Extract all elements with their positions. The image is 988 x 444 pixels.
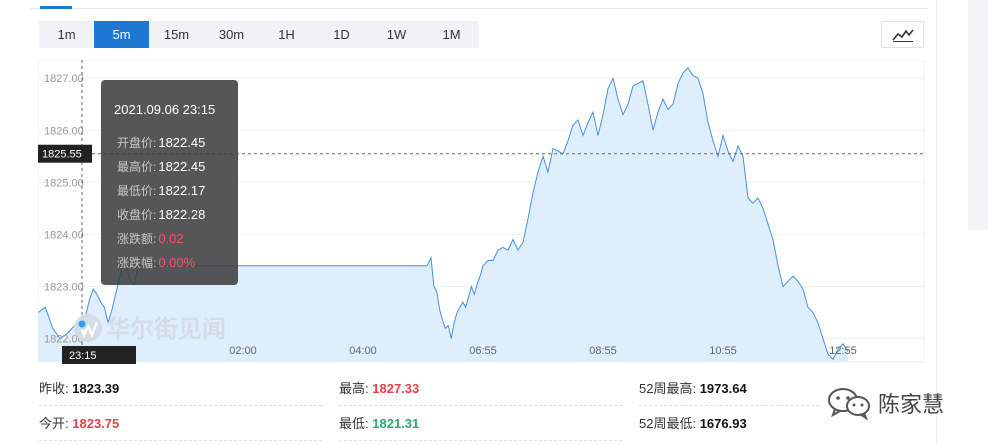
tooltip-row-high: 最高价: 1822.45 <box>117 158 205 175</box>
stat-value: 1827.33 <box>372 381 420 396</box>
stat-label: 52周最低: <box>639 416 697 431</box>
crosshair-x-tag: 23:15 <box>62 346 136 364</box>
stat-value: 1973.64 <box>699 381 747 396</box>
tooltip-label: 收盘价: <box>117 208 157 222</box>
stat-52w-low: 52周最低: 1676.93 <box>639 411 747 437</box>
wechat-account-name: 陈家慧 <box>878 393 945 418</box>
tooltip-date: 2021.09.06 23:15 <box>114 102 216 117</box>
x-tick-label: 08:55 <box>589 345 617 357</box>
stat-divider <box>39 405 322 406</box>
stat-divider <box>639 405 819 406</box>
stat-52w-high: 52周最高: 1973.64 <box>639 376 747 402</box>
right-panel-edge <box>968 0 988 230</box>
stat-divider <box>339 440 622 441</box>
crosshair-y-tag: 1825.55 <box>38 144 92 163</box>
tab-1w[interactable]: 1W <box>369 21 424 48</box>
tooltip-row-low: 最低价: 1822.17 <box>117 182 205 199</box>
stat-label: 最高: <box>339 381 369 396</box>
tooltip-label: 涨跌幅: <box>117 256 157 270</box>
ohlc-tooltip: 2021.09.06 23:15 开盘价: 1822.45 最高价: 1822.45… <box>101 80 238 285</box>
tooltip-value: 1822.28 <box>158 207 206 222</box>
stat-label: 今开: <box>39 416 69 431</box>
tooltip-label: 开盘价: <box>117 136 157 150</box>
watermark: 华尔街见闻 <box>74 314 226 343</box>
x-tick-label: 04:00 <box>349 345 377 357</box>
stat-value: 1821.31 <box>372 416 420 431</box>
y-tick-label: 1826.00 <box>44 125 84 137</box>
tooltip-label: 最高价: <box>117 160 157 174</box>
line-chart-icon <box>892 29 914 42</box>
stat-open: 今开: 1823.75 <box>39 411 119 437</box>
y-tick-label: 1825.00 <box>44 177 84 189</box>
timeframe-tabs: 1m 5m 15m 30m 1H 1D 1W 1M <box>39 21 479 48</box>
x-tick-label: 02:00 <box>229 345 257 357</box>
tab-30m[interactable]: 30m <box>204 21 259 48</box>
x-tick-label: 06:55 <box>469 345 497 357</box>
chart-type-button[interactable] <box>881 21 924 48</box>
stat-high: 最高: 1827.33 <box>339 376 419 402</box>
tooltip-value: 0.02 <box>158 231 184 246</box>
tooltip-value: 1822.17 <box>158 183 206 198</box>
tab-5m[interactable]: 5m <box>94 21 149 48</box>
crosshair-y-label: 1825.55 <box>42 149 82 161</box>
stat-value: 1676.93 <box>699 416 747 431</box>
y-tick-label: 1827.00 <box>44 73 84 85</box>
top-divider <box>30 8 928 9</box>
tooltip-label: 涨跌额: <box>117 232 157 246</box>
stat-label: 昨收: <box>39 381 69 396</box>
stat-value: 1823.39 <box>72 381 120 396</box>
active-section-indicator <box>40 6 72 9</box>
stat-label: 52周最高: <box>639 381 697 396</box>
stat-divider <box>39 440 322 441</box>
y-tick-label: 1823.00 <box>44 282 84 294</box>
x-tick-label: 12:55 <box>829 345 857 357</box>
crosshair-x-label: 23:15 <box>69 350 97 362</box>
x-tick-label: 10:55 <box>709 345 737 357</box>
stat-value: 1823.75 <box>72 416 120 431</box>
tooltip-value: 1822.45 <box>158 159 206 174</box>
wechat-badge: 陈家慧 <box>826 386 944 420</box>
tab-1d[interactable]: 1D <box>314 21 369 48</box>
tooltip-row-change: 涨跌额: 0.02 <box>117 230 184 247</box>
tooltip-label: 最低价: <box>117 184 157 198</box>
tooltip-row-open: 开盘价: 1822.45 <box>117 134 205 151</box>
stat-prev-close: 昨收: 1823.39 <box>39 376 119 402</box>
cursor-point <box>76 318 88 330</box>
tooltip-row-change-pct: 涨跌幅: 0.00% <box>117 254 195 271</box>
tab-1h[interactable]: 1H <box>259 21 314 48</box>
tab-1m[interactable]: 1m <box>39 21 94 48</box>
wechat-icon <box>828 388 870 420</box>
tab-1mo[interactable]: 1M <box>424 21 479 48</box>
tooltip-value: 0.00% <box>158 255 196 270</box>
stat-divider <box>339 405 622 406</box>
tab-15m[interactable]: 15m <box>149 21 204 48</box>
watermark-text: 华尔街见闻 <box>106 314 226 343</box>
stat-label: 最低: <box>339 416 369 431</box>
tooltip-row-close: 收盘价: 1822.28 <box>117 206 205 223</box>
stat-low: 最低: 1821.31 <box>339 411 419 437</box>
y-tick-label: 1824.00 <box>44 229 84 241</box>
tooltip-value: 1822.45 <box>158 135 206 150</box>
